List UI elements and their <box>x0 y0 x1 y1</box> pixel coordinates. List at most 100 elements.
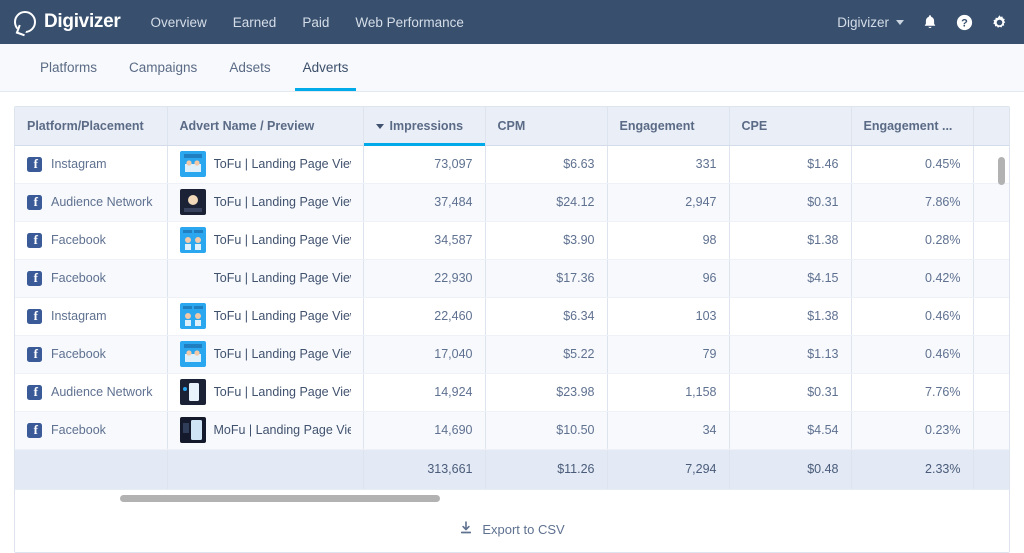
nav-item-overview[interactable]: Overview <box>151 15 207 30</box>
tab-adverts-label: Adverts <box>303 60 349 75</box>
account-menu[interactable]: Digivizer <box>837 15 904 30</box>
column-header-platform-placement[interactable]: Platform/Placement <box>15 107 167 145</box>
platform-label: Audience Network <box>51 385 152 399</box>
column-label: Advert Name / Preview <box>180 119 315 133</box>
nav-item-web-performance[interactable]: Web Performance <box>355 15 464 30</box>
advert-name-label: ToFu | Landing Page Views | <box>214 157 351 171</box>
cell-advert: ToFu | Landing Page Views | <box>167 335 363 373</box>
table-row[interactable]: Instagram ToFu | Landing Page Views | 22… <box>15 297 1009 335</box>
table-row[interactable]: Instagram ToFu | Landing Page Views | 73… <box>15 145 1009 183</box>
cell-spacer <box>973 335 1009 373</box>
total-cell-advert <box>167 449 363 489</box>
table-row[interactable]: Audience Network ToFu | Landing Page Vie… <box>15 373 1009 411</box>
cell-engagement-rate: 0.46% <box>851 297 973 335</box>
tab-adsets[interactable]: Adsets <box>213 44 286 91</box>
cell-cpm: $3.90 <box>485 221 607 259</box>
cell-platform: Audience Network <box>15 373 167 411</box>
cell-cpe: $0.31 <box>729 183 851 221</box>
cell-engagement-rate: 0.23% <box>851 411 973 449</box>
gear-icon[interactable] <box>991 14 1008 31</box>
svg-text:?: ? <box>961 17 968 29</box>
advert-name-label: ToFu | Landing Page Views | <box>214 347 351 361</box>
total-cell-engagement: 7,294 <box>607 449 729 489</box>
total-cell-cpm: $11.26 <box>485 449 607 489</box>
advert-thumbnail[interactable] <box>180 151 206 177</box>
facebook-icon <box>27 271 42 286</box>
column-header-advert-name[interactable]: Advert Name / Preview <box>167 107 363 145</box>
cell-engagement: 1,158 <box>607 373 729 411</box>
page-body: Platform/Placement Advert Name / Preview… <box>0 92 1024 553</box>
column-label: CPM <box>498 119 526 133</box>
cell-impressions: 34,587 <box>363 221 485 259</box>
cell-cpm: $24.12 <box>485 183 607 221</box>
table-row[interactable]: Facebook MoFu | Landing Page Views 14,69… <box>15 411 1009 449</box>
tab-platforms[interactable]: Platforms <box>24 44 113 91</box>
horizontal-scrollbar[interactable] <box>120 495 440 502</box>
download-icon <box>459 521 473 538</box>
speech-bubble-logo-icon <box>14 11 36 33</box>
tab-campaigns-label: Campaigns <box>129 60 197 75</box>
advert-thumbnail[interactable] <box>180 379 206 405</box>
cell-platform: Facebook <box>15 335 167 373</box>
cell-spacer <box>973 411 1009 449</box>
table-row[interactable]: Facebook ToFu | Landing Page Views | 34,… <box>15 221 1009 259</box>
column-header-engagement-rate[interactable]: Engagement ... <box>851 107 973 145</box>
table-row[interactable]: Facebook ToFu | Landing Page Views | 17,… <box>15 335 1009 373</box>
cell-impressions: 14,924 <box>363 373 485 411</box>
cell-cpm: $5.22 <box>485 335 607 373</box>
column-label: Engagement <box>620 119 695 133</box>
cell-advert: ToFu | Landing Page Views | <box>167 373 363 411</box>
advert-thumbnail[interactable] <box>180 227 206 253</box>
advert-thumbnail[interactable] <box>180 341 206 367</box>
platform-label: Audience Network <box>51 195 152 209</box>
column-header-cpm[interactable]: CPM <box>485 107 607 145</box>
cell-cpm: $6.34 <box>485 297 607 335</box>
advert-thumbnail[interactable] <box>180 417 206 443</box>
cell-cpe: $0.31 <box>729 373 851 411</box>
account-label: Digivizer <box>837 15 889 30</box>
nav-item-paid[interactable]: Paid <box>302 15 329 30</box>
total-cell-platform <box>15 449 167 489</box>
cell-spacer <box>973 221 1009 259</box>
advert-name-label: ToFu | Landing Page Views | <box>214 195 351 209</box>
cell-cpe: $1.38 <box>729 297 851 335</box>
column-label: Engagement ... <box>864 119 953 133</box>
cell-cpm: $17.36 <box>485 259 607 297</box>
platform-label: Instagram <box>51 309 107 323</box>
column-header-impressions[interactable]: Impressions <box>363 107 485 145</box>
cell-cpe: $4.54 <box>729 411 851 449</box>
horizontal-scrollbar-track[interactable] <box>15 489 1009 507</box>
advert-thumbnail[interactable] <box>180 303 206 329</box>
vertical-scrollbar[interactable] <box>998 157 1005 185</box>
advert-name-label: ToFu | Landing Page Views | <box>214 233 351 247</box>
table-row[interactable]: Audience Network ToFu | Landing Page Vie… <box>15 183 1009 221</box>
cell-engagement: 34 <box>607 411 729 449</box>
platform-label: Facebook <box>51 271 106 285</box>
brand-logo[interactable]: Digivizer <box>14 11 121 33</box>
tab-platforms-label: Platforms <box>40 60 97 75</box>
nav-item-earned[interactable]: Earned <box>233 15 277 30</box>
column-header-engagement[interactable]: Engagement <box>607 107 729 145</box>
section-tabs: Platforms Campaigns Adsets Adverts <box>0 44 1024 92</box>
cell-platform: Instagram <box>15 297 167 335</box>
facebook-icon <box>27 347 42 362</box>
cell-engagement: 331 <box>607 145 729 183</box>
facebook-icon <box>27 309 42 324</box>
advert-thumbnail[interactable] <box>180 189 206 215</box>
cell-engagement: 2,947 <box>607 183 729 221</box>
cell-platform: Facebook <box>15 259 167 297</box>
column-header-cpe[interactable]: CPE <box>729 107 851 145</box>
bell-icon[interactable] <box>922 14 938 31</box>
help-icon[interactable]: ? <box>956 14 973 31</box>
tab-adverts[interactable]: Adverts <box>287 44 365 91</box>
cell-engagement-rate: 0.28% <box>851 221 973 259</box>
column-label: Impressions <box>390 119 464 133</box>
cell-engagement: 96 <box>607 259 729 297</box>
cell-engagement-rate: 7.86% <box>851 183 973 221</box>
facebook-icon <box>27 195 42 210</box>
tab-campaigns[interactable]: Campaigns <box>113 44 213 91</box>
advert-name-label: ToFu | Landing Page Views | <box>214 309 351 323</box>
table-row[interactable]: Facebook ToFu | Landing Page Views | 22,… <box>15 259 1009 297</box>
export-to-csv-label: Export to CSV <box>482 522 564 537</box>
export-to-csv-button[interactable]: Export to CSV <box>459 521 564 538</box>
